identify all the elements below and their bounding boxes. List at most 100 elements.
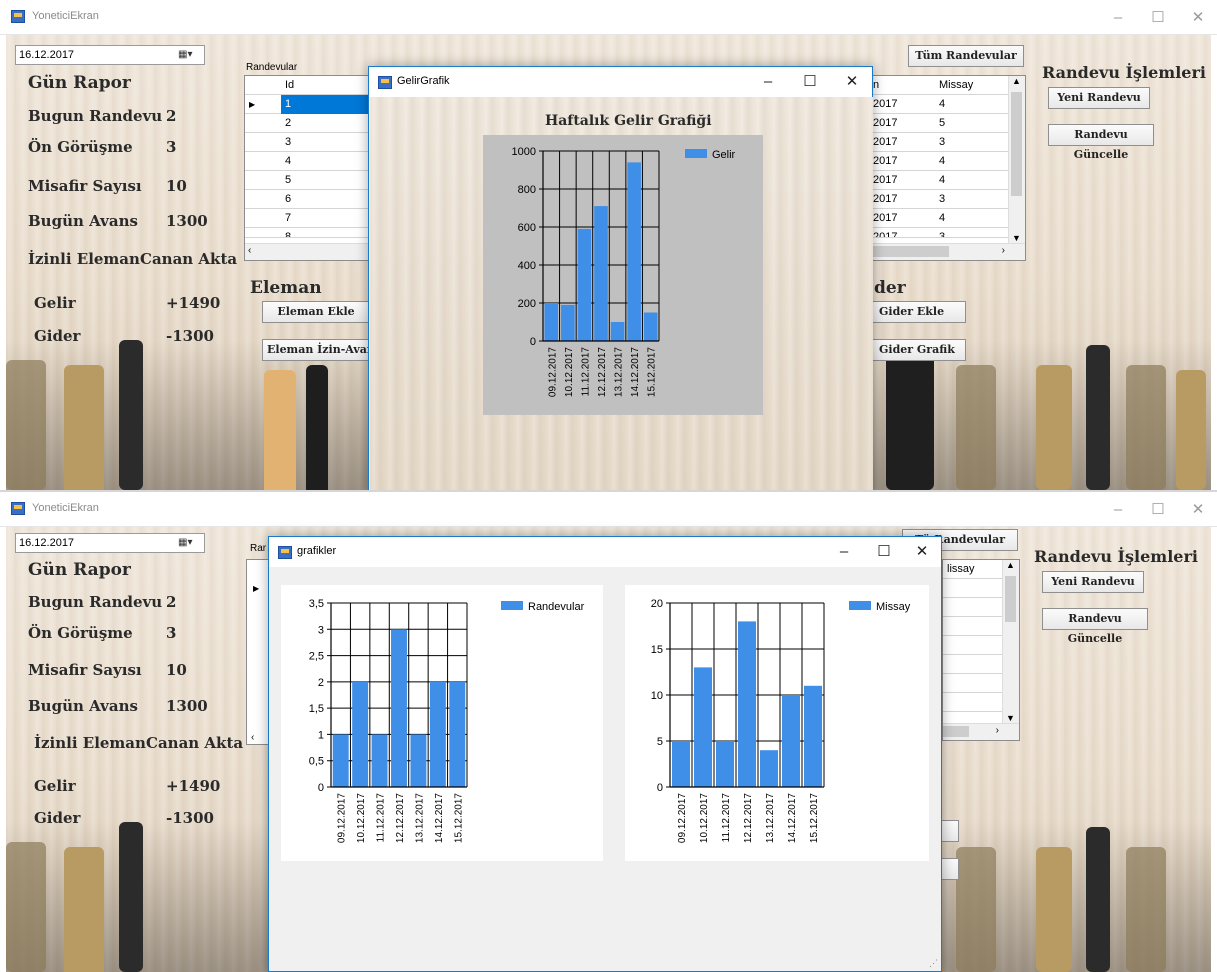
minimize-icon[interactable]: –	[827, 539, 861, 565]
grid-cell-id[interactable]: 4	[281, 152, 291, 171]
grid-cell-date[interactable]: 2017	[869, 228, 897, 237]
grid-cell-missay[interactable]: 3	[935, 228, 945, 237]
randevular-grid-right[interactable]: n Missay 2017 4 2017 5 2017 3 2017 4 2017 4 2…	[868, 75, 1026, 261]
close-icon[interactable]: ✕	[905, 539, 939, 565]
calendar-dropdown-icon[interactable]: ▦▾	[178, 536, 200, 550]
grid-cell-date[interactable]: 2017	[869, 171, 897, 190]
maximize-icon[interactable]: ☐	[1140, 6, 1176, 30]
grid-cell-id[interactable]: 6	[281, 190, 291, 209]
gider-grafik-button[interactable]: Gider Grafik	[872, 339, 966, 361]
table-row[interactable]: 2017 3	[869, 228, 1025, 238]
grid-cell-id[interactable]: 5	[281, 171, 291, 190]
grid-cell-missay[interactable]: 4	[935, 171, 945, 190]
table-row[interactable]: 2017 5	[869, 114, 1025, 133]
grid-cell-id[interactable]: 3	[281, 133, 291, 152]
table-row[interactable]: 4	[245, 152, 373, 171]
scroll-left-icon[interactable]: ‹	[248, 245, 251, 256]
randevu-guncelle-button[interactable]: Randevu Güncelle	[1048, 124, 1154, 161]
grid-cell-missay[interactable]: 4	[935, 209, 945, 228]
scroll-down-icon[interactable]: ▼	[1012, 233, 1021, 243]
randevular-grid[interactable]: Id ▶ 1 2 3 4 5 6 7 8 ‹	[244, 75, 374, 261]
table-row[interactable]: 7	[245, 209, 373, 228]
randevular-grid-right[interactable]: lissay ▲ ▼ ›	[942, 559, 1020, 741]
randevu-guncelle-button[interactable]: Randevu Güncelle	[1042, 608, 1148, 645]
grid-header-id[interactable]: Id	[281, 76, 294, 95]
scroll-thumb-h[interactable]	[943, 726, 969, 737]
bar	[693, 667, 713, 787]
grid-cell-id[interactable]: 1	[281, 95, 373, 114]
grid-cell-date[interactable]: 2017	[869, 190, 897, 209]
horizontal-scrollbar[interactable]: ‹	[245, 243, 373, 260]
bar	[577, 228, 592, 341]
scroll-right-icon[interactable]: ›	[996, 725, 999, 736]
grid-cell-date[interactable]: 2017	[869, 114, 897, 133]
scroll-right-icon[interactable]: ›	[1002, 245, 1005, 256]
horizontal-scrollbar[interactable]: ›	[943, 723, 1019, 740]
spray-bottle-image-far-right	[1176, 370, 1206, 490]
close-icon[interactable]: ✕	[1180, 498, 1216, 522]
table-row[interactable]: 2017 3	[869, 133, 1025, 152]
grid-cell-missay[interactable]: 4	[935, 95, 945, 114]
table-row[interactable]: 3	[245, 133, 373, 152]
dialog-caption: grafikler	[297, 545, 337, 557]
calendar-dropdown-icon[interactable]: ▦▾	[178, 48, 200, 62]
table-row[interactable]: 2017 4	[869, 171, 1025, 190]
yeni-randevu-button[interactable]: Yeni Randevu	[1042, 571, 1144, 593]
date-picker[interactable]: 16.12.2017 ▦▾	[15, 533, 205, 553]
y-tick-label: 5	[657, 736, 663, 748]
grid-cell-date[interactable]: 2017	[869, 209, 897, 228]
grid-cell-missay[interactable]: 3	[935, 190, 945, 209]
grid-cell-date[interactable]: 2017	[869, 152, 897, 171]
table-row[interactable]: 6	[245, 190, 373, 209]
grid-header-missay[interactable]: Missay	[935, 76, 973, 95]
eleman-izin-avans-button[interactable]: Eleman İzin-Avans	[262, 339, 370, 361]
bar	[371, 734, 388, 787]
scroll-down-icon[interactable]: ▼	[1006, 713, 1015, 723]
vertical-scrollbar[interactable]: ▲ ▼	[1008, 76, 1025, 243]
grid-cell-missay[interactable]: 4	[935, 152, 945, 171]
table-row[interactable]: 8	[245, 228, 373, 238]
table-row[interactable]: 2017 3	[869, 190, 1025, 209]
minimize-icon[interactable]: –	[1100, 6, 1136, 30]
grid-cell-id[interactable]: 7	[281, 209, 291, 228]
maximize-icon[interactable]: ☐	[867, 539, 901, 565]
resize-grip-icon[interactable]: ⋰	[929, 958, 938, 969]
table-row[interactable]: 2017 4	[869, 95, 1025, 114]
yeni-randevu-button[interactable]: Yeni Randevu	[1048, 87, 1150, 109]
scroll-thumb-h[interactable]	[869, 246, 949, 257]
horizontal-scrollbar[interactable]: ›	[869, 243, 1025, 260]
maximize-icon[interactable]: ☐	[1140, 498, 1176, 522]
grid-cell-missay[interactable]: 3	[935, 133, 945, 152]
scroll-up-icon[interactable]: ▲	[1006, 560, 1015, 570]
gider-ekle-button[interactable]: Gider Ekle	[872, 301, 966, 323]
tum-randevular-button[interactable]: Tüm Randevular	[908, 45, 1024, 67]
table-row[interactable]: 2017 4	[869, 152, 1025, 171]
eleman-ekle-button[interactable]: Eleman Ekle	[262, 301, 370, 323]
maximize-icon[interactable]: ☐	[793, 69, 827, 95]
grid-cell-date[interactable]: 2017	[869, 133, 897, 152]
grid-cell-id[interactable]: 8	[281, 228, 291, 237]
grid-cell-id[interactable]: 2	[281, 114, 291, 133]
scroll-thumb[interactable]	[1005, 576, 1016, 622]
grid-header-missay[interactable]: lissay	[943, 560, 975, 579]
minimize-icon[interactable]: –	[751, 69, 785, 95]
scroll-left-icon[interactable]: ‹	[251, 732, 254, 743]
spray-bottle-image-right	[1036, 365, 1072, 490]
scroll-up-icon[interactable]: ▲	[1012, 76, 1021, 86]
missay-chart: 0 5 10 15 20 09.12.2017 10.12.2017 11.12.2017 12…	[625, 585, 929, 861]
close-icon[interactable]: ✕	[835, 69, 869, 95]
minimize-icon[interactable]: –	[1100, 498, 1136, 522]
vertical-scrollbar[interactable]: ▲ ▼	[1002, 560, 1019, 723]
grid-cell-date[interactable]: 2017	[869, 95, 897, 114]
date-picker[interactable]: 16.12.2017 ▦▾	[15, 45, 205, 65]
close-icon[interactable]: ✕	[1180, 6, 1216, 30]
table-row[interactable]: 2017 4	[869, 209, 1025, 228]
scroll-thumb[interactable]	[1011, 92, 1022, 196]
table-row[interactable]: ▶ 1	[245, 95, 373, 114]
table-row[interactable]: 2	[245, 114, 373, 133]
table-row[interactable]: 5	[245, 171, 373, 190]
bar	[449, 681, 466, 787]
bar	[737, 621, 757, 787]
stat-label: Bugün Avans	[28, 212, 138, 230]
grid-cell-missay[interactable]: 5	[935, 114, 945, 133]
